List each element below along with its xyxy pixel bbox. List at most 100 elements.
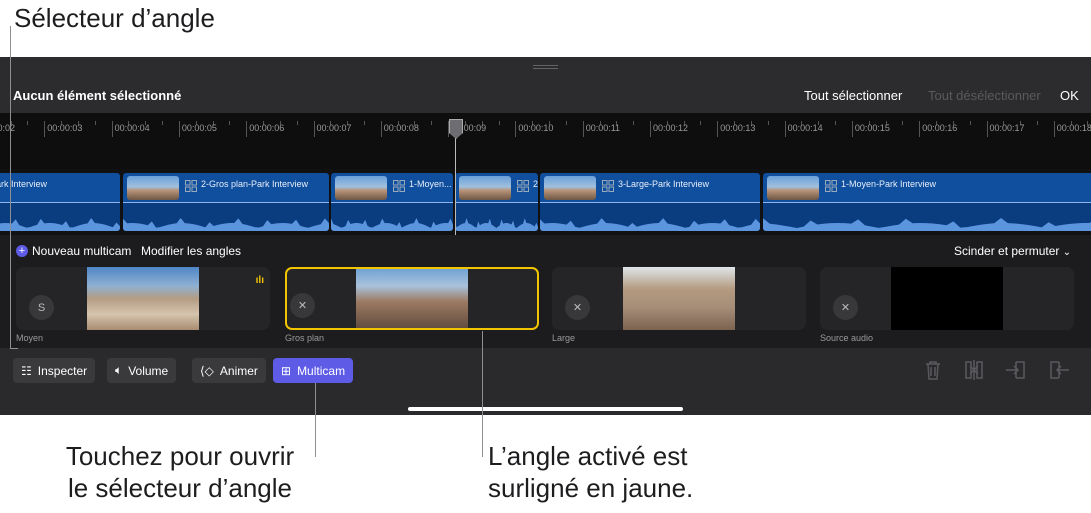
timeline-clip[interactable]: Park Interview	[0, 173, 120, 231]
callout-line	[482, 331, 483, 457]
ruler-tick	[178, 121, 180, 137]
ruler-label: 00:00:18	[1056, 123, 1091, 133]
callout-tap: Touchez pour ouvrir le sélecteur d’angle	[40, 440, 320, 504]
ruler-label: 00:00:10	[518, 123, 554, 133]
trash-icon[interactable]	[921, 358, 945, 382]
ruler-tick	[986, 121, 988, 137]
clip-thumbnail	[127, 176, 179, 200]
muted-icon[interactable]: ✕	[290, 293, 315, 318]
ruler-label: 00:00:17	[989, 123, 1025, 133]
clip-thumbnail	[459, 176, 511, 200]
audio-waveform	[455, 203, 538, 231]
multicam-grid-icon	[185, 180, 197, 192]
mode-dropdown[interactable]: Scinder et permuter ⌄	[954, 244, 1071, 258]
audio-waveform	[0, 203, 120, 231]
callout-active-line2: surligné en jaune.	[488, 473, 694, 503]
timeline-track[interactable]: Park Interview 2-Gros plan-Park Interview…	[0, 169, 1091, 235]
audio-level-icon: ılı	[255, 275, 264, 286]
callout-line	[10, 348, 18, 349]
clip-label: Park Interview	[0, 179, 48, 189]
ruler-minor-tick	[296, 121, 298, 125]
ruler-minor-tick	[27, 121, 29, 125]
timeline-clip[interactable]: 3-Large-Park Interview	[540, 173, 760, 231]
header: Aucun élément sélectionné Tout sélection…	[0, 57, 1091, 113]
ruler-tick	[650, 121, 651, 137]
clip-label: 2-Gros plan-Park Interview	[201, 179, 309, 189]
angle-card-large[interactable]: ✕	[552, 267, 806, 330]
ruler-minor-tick	[767, 121, 769, 125]
ruler-minor-tick	[94, 121, 96, 125]
ruler-minor-tick	[1036, 121, 1038, 125]
deselect-all-button[interactable]: Tout désélectionner	[928, 88, 1041, 103]
animate-button[interactable]: ⟨◇ Animer	[192, 358, 266, 383]
speaker-active-icon[interactable]: S	[29, 295, 54, 320]
volume-label: Volume	[128, 363, 169, 378]
audio-waveform	[123, 203, 329, 231]
ruler-label: 00:00:16	[922, 123, 958, 133]
ruler-minor-tick	[498, 121, 500, 125]
ruler-minor-tick	[835, 121, 836, 125]
timeline-clip[interactable]: 1-Moyen-Park Interview	[763, 173, 1091, 231]
callout-active: L’angle activé est surligné en jaune.	[488, 440, 693, 504]
ruler-tick	[448, 121, 450, 137]
clip-thumbnail	[767, 176, 819, 200]
split-icon[interactable]	[962, 358, 986, 382]
ruler-tick	[515, 121, 517, 137]
audio-waveform	[540, 203, 760, 231]
ruler-minor-tick	[431, 121, 433, 125]
selection-status: Aucun élément sélectionné	[13, 88, 182, 103]
toggles-icon: ☷	[21, 363, 32, 378]
ruler-tick	[380, 121, 382, 137]
clip-label: 1-Moyen...	[409, 179, 452, 189]
trim-start-icon[interactable]	[1004, 358, 1028, 382]
ruler-label: 00:00:15	[854, 123, 890, 133]
multicam-button[interactable]: ⊞ Multicam	[273, 358, 354, 383]
timeline-ruler[interactable]: 00:00:02 00:00:03 00:00:04 00:00:05 00:00:06…	[0, 113, 1091, 169]
ruler-label: 00:00:06	[249, 123, 285, 133]
speaker-icon: 🔈︎	[115, 363, 123, 377]
callout-tap-line1: Touchez pour ouvrir	[65, 441, 295, 471]
callout-active-line1: L’angle activé est	[488, 441, 688, 471]
angle-thumbnail	[891, 267, 1003, 330]
multicam-grid-icon	[602, 180, 614, 192]
select-all-button[interactable]: Tout sélectionner	[804, 88, 902, 103]
grid-icon: ⊞	[281, 363, 292, 378]
muted-icon[interactable]: ✕	[833, 295, 858, 320]
toolbar: ☷ Inspecter 🔈︎ Volume ⟨◇ Animer ⊞ Multicam	[0, 348, 1091, 415]
muted-icon[interactable]: ✕	[565, 295, 590, 320]
clip-label: 1-Moyen-Park Interview	[841, 179, 937, 189]
ruler-label: 00:00:08	[383, 123, 419, 133]
ruler-tick	[582, 121, 584, 137]
trim-end-icon[interactable]	[1047, 358, 1071, 382]
ruler-label: 00:00:04	[114, 123, 150, 133]
clip-label: 2	[533, 179, 538, 189]
ruler-label: 00:00:02	[0, 123, 16, 133]
callout-line	[315, 383, 316, 457]
drag-handle[interactable]	[533, 65, 558, 69]
angle-card-moyen[interactable]: S ılı	[16, 267, 270, 330]
timeline-clip[interactable]: 1-Moyen...	[331, 173, 453, 231]
multicam-grid-icon	[825, 180, 837, 192]
angle-card-source-audio[interactable]: ✕	[820, 267, 1074, 330]
angle-thumbnail	[623, 267, 735, 330]
ruler-label: 00:00:12	[653, 123, 689, 133]
ruler-tick	[111, 121, 113, 137]
angle-label: Large	[552, 333, 576, 343]
ruler-tick	[1053, 121, 1055, 137]
timeline-clip[interactable]: 2-Gros plan-Park Interview	[123, 173, 329, 231]
plus-icon[interactable]: +	[16, 245, 28, 257]
edit-angles-button[interactable]: Modifier les angles	[141, 244, 241, 258]
volume-button[interactable]: 🔈︎ Volume	[107, 358, 177, 383]
home-indicator	[408, 407, 683, 411]
keyframe-icon: ⟨◇	[200, 363, 214, 378]
ok-button[interactable]: OK	[1060, 88, 1079, 103]
audio-waveform	[763, 203, 1091, 231]
timeline-clip[interactable]: 2	[455, 173, 538, 231]
ruler-tick	[313, 121, 315, 137]
new-multicam-button[interactable]: Nouveau multicam	[32, 244, 131, 258]
callout-angle-selector: Sélecteur d’angle	[14, 3, 215, 33]
ruler-label: 00:00:13	[720, 123, 756, 133]
inspect-button[interactable]: ☷ Inspecter	[13, 358, 96, 383]
clip-thumbnail	[544, 176, 596, 200]
angle-card-gros-plan[interactable]: ✕	[285, 267, 539, 330]
